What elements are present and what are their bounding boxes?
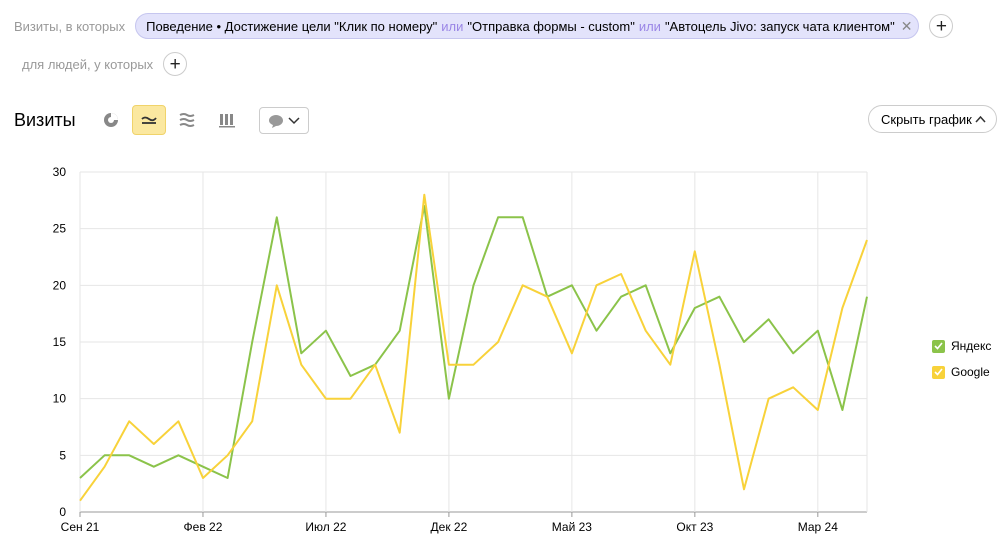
y-tick-label: 25 (53, 222, 67, 236)
y-tick-label: 15 (53, 335, 67, 349)
visits-filter-label: Визиты, в которых (14, 18, 126, 34)
segment-part2: "Отправка формы - custom" (467, 18, 635, 34)
x-tick-label: Сен 21 (61, 520, 100, 534)
area-chart-icon (179, 113, 195, 127)
add-people-condition-button[interactable]: + (163, 52, 188, 76)
chart-title: Визиты (14, 110, 76, 130)
series-line-yandex (79, 205, 868, 479)
y-tick-label: 20 (53, 278, 67, 292)
segment-or2: или (638, 18, 661, 34)
y-tick-label: 10 (53, 392, 67, 406)
y-tick-label: 5 (59, 448, 66, 462)
segment-part3: "Автоцель Jivo: запуск чата клиентом" (664, 18, 895, 34)
x-tick-label: Май 23 (552, 520, 593, 534)
y-tick-label: 30 (53, 165, 67, 179)
chevron-down-icon (288, 116, 300, 124)
close-icon[interactable]: ✕ (901, 18, 913, 35)
segment-or1: или (441, 18, 464, 34)
line-chart-icon (141, 116, 157, 124)
legend-label-google: Google (951, 365, 990, 379)
y-tick-label: 0 (59, 505, 66, 519)
visits-filter-row: Визиты, в которых Поведение • Достижение… (14, 13, 954, 39)
line-chart-button[interactable] (132, 105, 166, 135)
hide-chart-label: Скрыть график (881, 111, 972, 127)
area-chart-button[interactable] (170, 105, 204, 135)
legend-item-google[interactable]: Google (932, 359, 991, 385)
chart-legend: Яндекс Google (932, 333, 991, 385)
segment-part1: Поведение • Достижение цели "Клик по ном… (146, 18, 438, 34)
checkbox-icon[interactable] (932, 339, 945, 353)
segment-chip[interactable]: Поведение • Достижение цели "Клик по ном… (135, 13, 920, 39)
hide-chart-button[interactable]: Скрыть график (868, 105, 997, 133)
pie-chart-icon (104, 113, 118, 127)
people-filter-label: для людей, у которых (22, 56, 154, 72)
checkbox-icon[interactable] (932, 365, 945, 379)
comment-icon (269, 114, 283, 128)
series-line-google (79, 193, 868, 502)
x-tick-label: Мар 24 (798, 520, 838, 534)
pie-chart-button[interactable] (94, 105, 128, 135)
x-tick-label: Фев 22 (184, 520, 223, 534)
bar-chart-icon (219, 114, 235, 128)
legend-item-yandex[interactable]: Яндекс (932, 333, 991, 359)
people-filter-row: для людей, у которых + (22, 52, 188, 76)
annotations-dropdown[interactable] (259, 107, 309, 134)
x-tick-label: Июл 22 (305, 520, 346, 534)
chevron-up-icon (975, 115, 986, 123)
x-tick-label: Окт 23 (676, 520, 713, 534)
visits-line-chart: 0 5 10 15 20 25 30 Сен 21 Фев 22 Июл 22 Дек 22 Май … (53, 165, 868, 534)
add-visit-condition-button[interactable]: + (929, 14, 954, 38)
x-tick-label: Дек 22 (431, 520, 468, 534)
legend-label-yandex: Яндекс (951, 339, 992, 353)
bar-chart-button[interactable] (210, 105, 244, 135)
